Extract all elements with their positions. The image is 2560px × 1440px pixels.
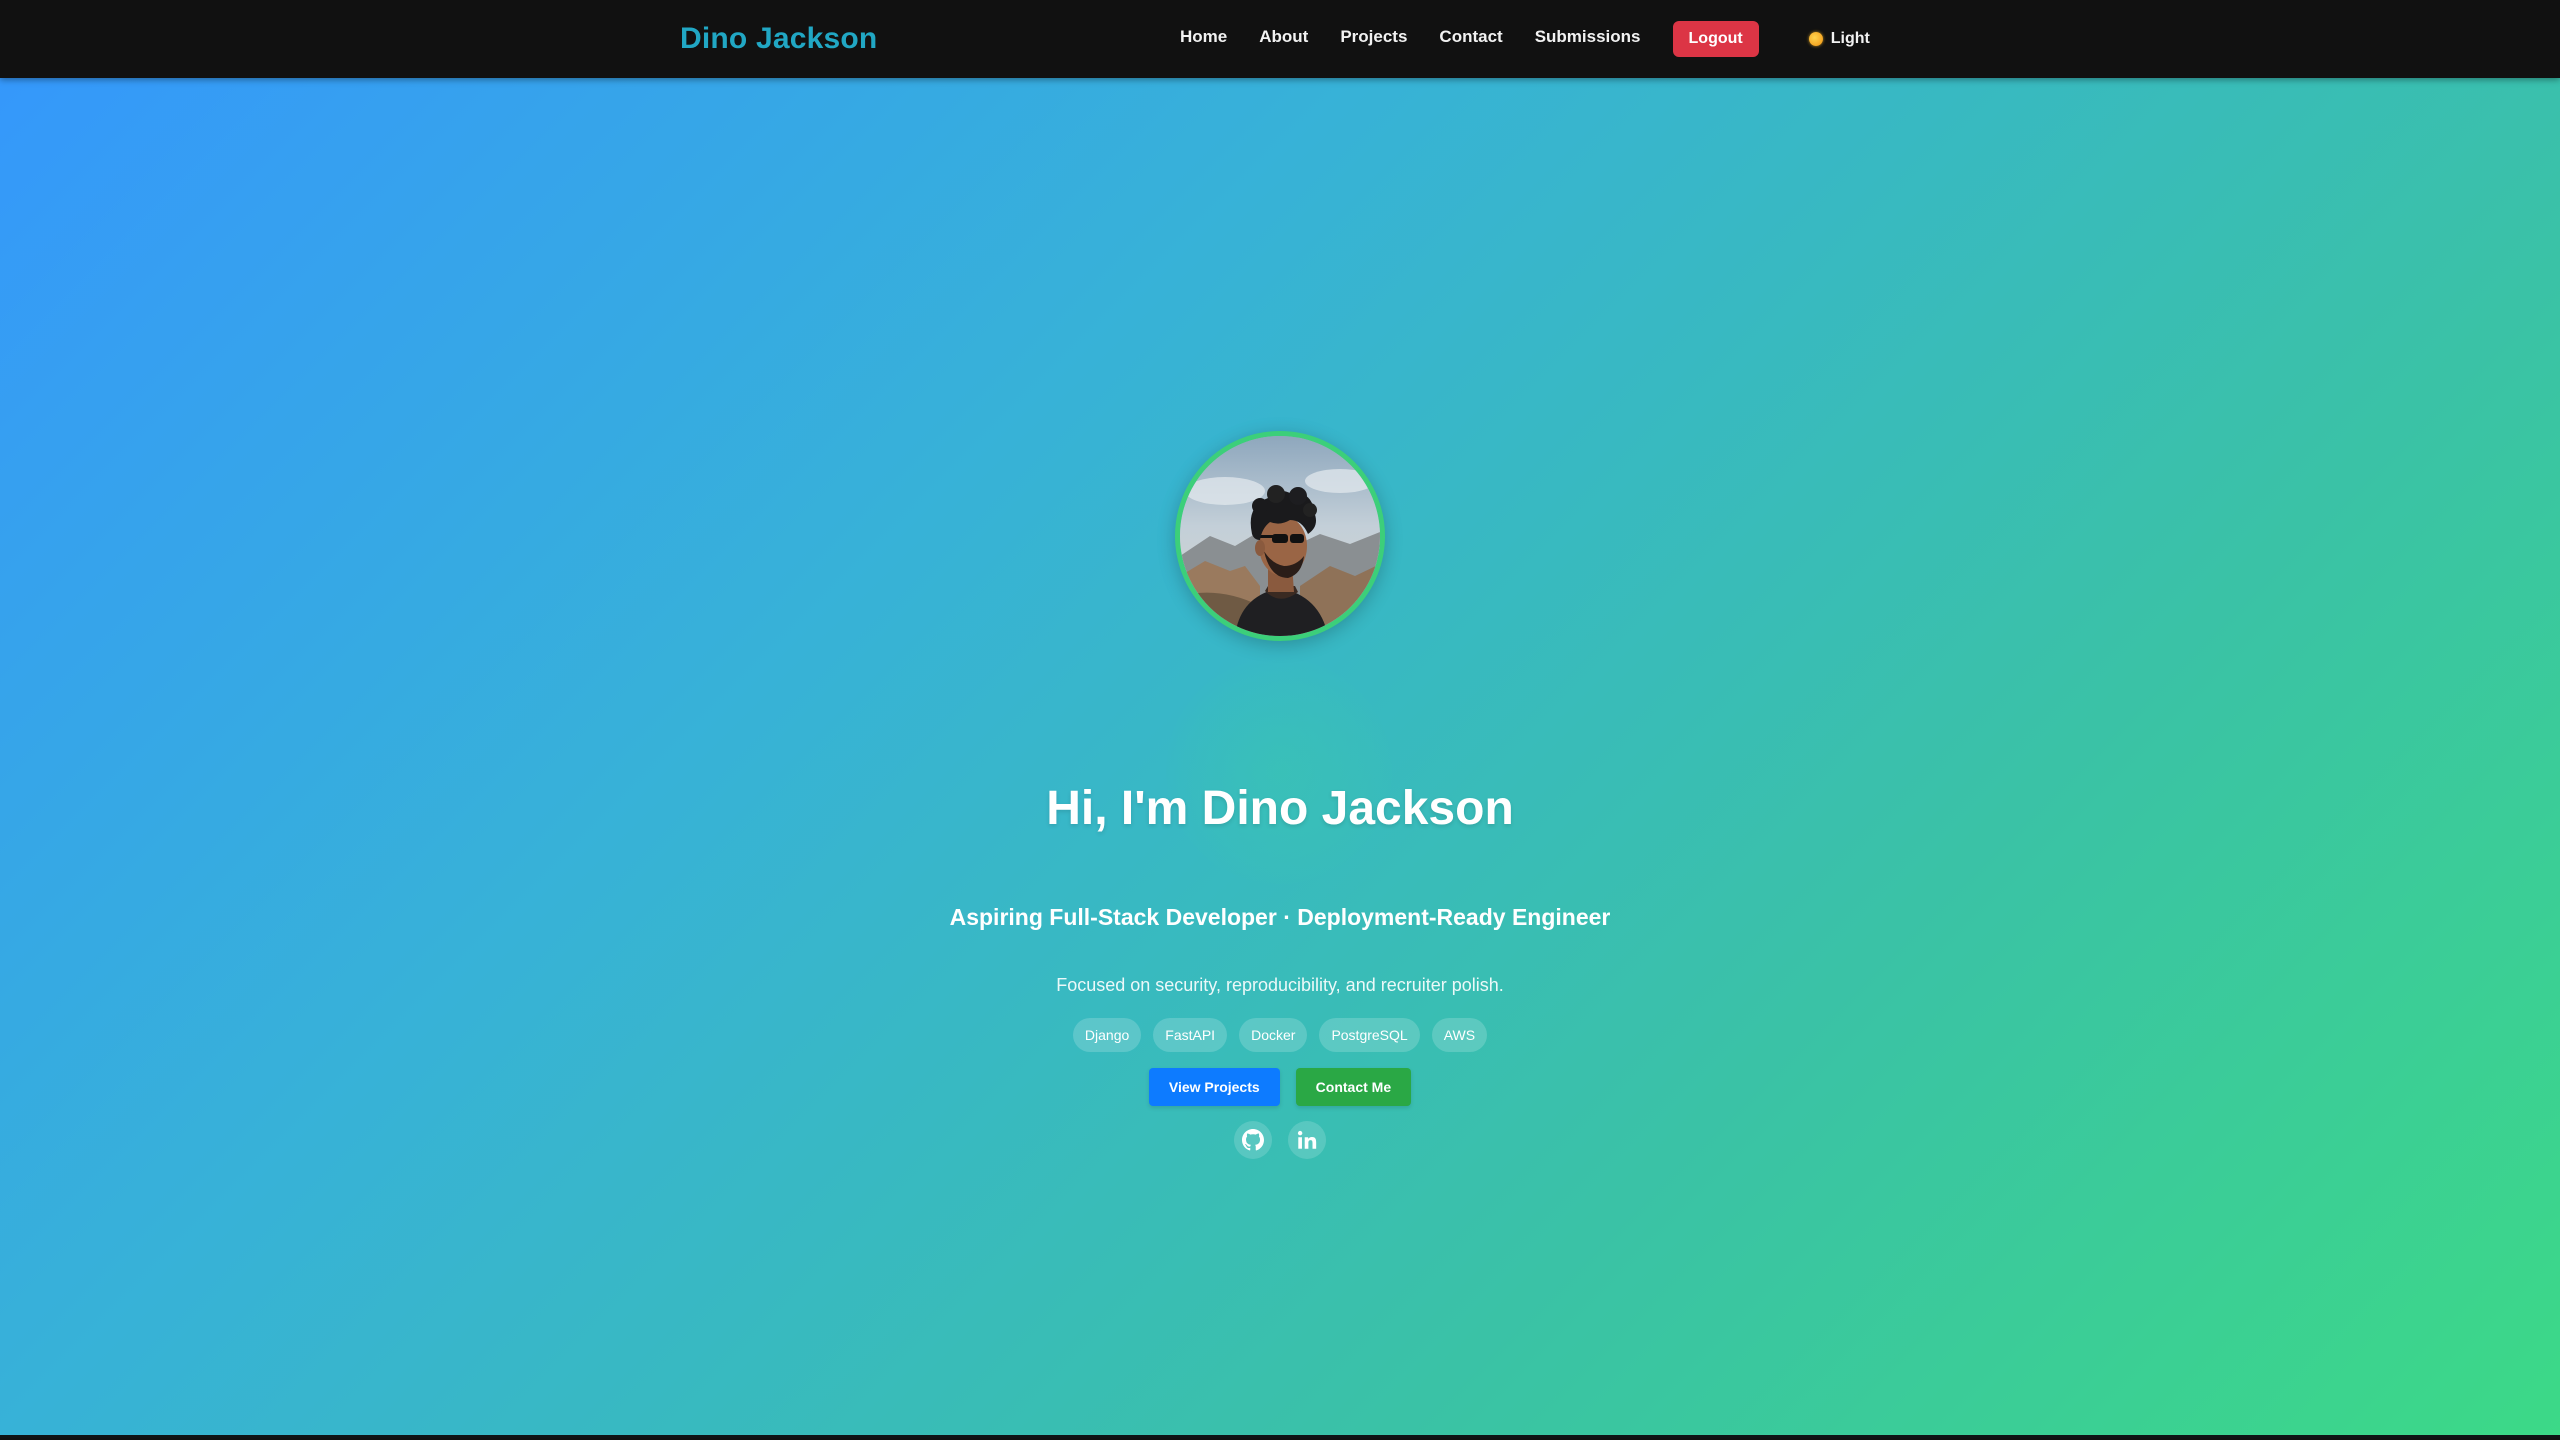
nav-link-home[interactable]: Home (1180, 26, 1227, 48)
tag-fastapi: FastAPI (1153, 1018, 1228, 1052)
page-bottom-border (0, 1435, 2560, 1438)
nav-link-submissions[interactable]: Submissions (1535, 26, 1641, 48)
logout-button[interactable]: Logout (1672, 21, 1759, 57)
brand-logo[interactable]: Dino Jackson (680, 18, 877, 60)
linkedin-icon (1297, 1130, 1317, 1149)
decorative-glow (1166, 658, 1392, 884)
tag-postgresql: PostgreSQL (1319, 1018, 1420, 1052)
hero-title: Hi, I'm Dino Jackson (1046, 782, 1514, 835)
sun-icon (1808, 32, 1823, 46)
cta-buttons: View Projects Contact Me (0, 1068, 2560, 1106)
theme-toggle[interactable]: Light (1808, 30, 1870, 48)
view-projects-button[interactable]: View Projects (1148, 1068, 1280, 1106)
avatar-photo (1180, 436, 1380, 636)
nav-link-contact[interactable]: Contact (1439, 26, 1502, 48)
avatar (1175, 431, 1385, 641)
tag-aws: AWS (1431, 1018, 1488, 1052)
hero-subtitle: Aspiring Full-Stack Developer · Deployme… (949, 904, 1611, 930)
navbar: Dino Jackson Home About Projects Contact… (0, 0, 2560, 78)
hero-section: Hi, I'm Dino Jackson Aspiring Full-Stack… (0, 78, 2560, 1438)
nav-link-projects[interactable]: Projects (1340, 26, 1407, 48)
nav-link-about[interactable]: About (1259, 26, 1308, 48)
tag-django: Django (1072, 1018, 1142, 1052)
theme-toggle-label: Light (1830, 30, 1870, 47)
social-links (0, 1121, 2560, 1159)
tag-docker: Docker (1239, 1018, 1308, 1052)
github-icon (1242, 1129, 1264, 1151)
hero-description: Focused on security, reproducibility, an… (1056, 975, 1504, 995)
skill-tags: Django FastAPI Docker PostgreSQL AWS (0, 1018, 2560, 1052)
nav-links: Home About Projects Contact Submissions … (1180, 0, 1870, 78)
github-link[interactable] (1234, 1121, 1272, 1159)
contact-me-button[interactable]: Contact Me (1295, 1068, 1412, 1106)
linkedin-link[interactable] (1288, 1121, 1326, 1159)
